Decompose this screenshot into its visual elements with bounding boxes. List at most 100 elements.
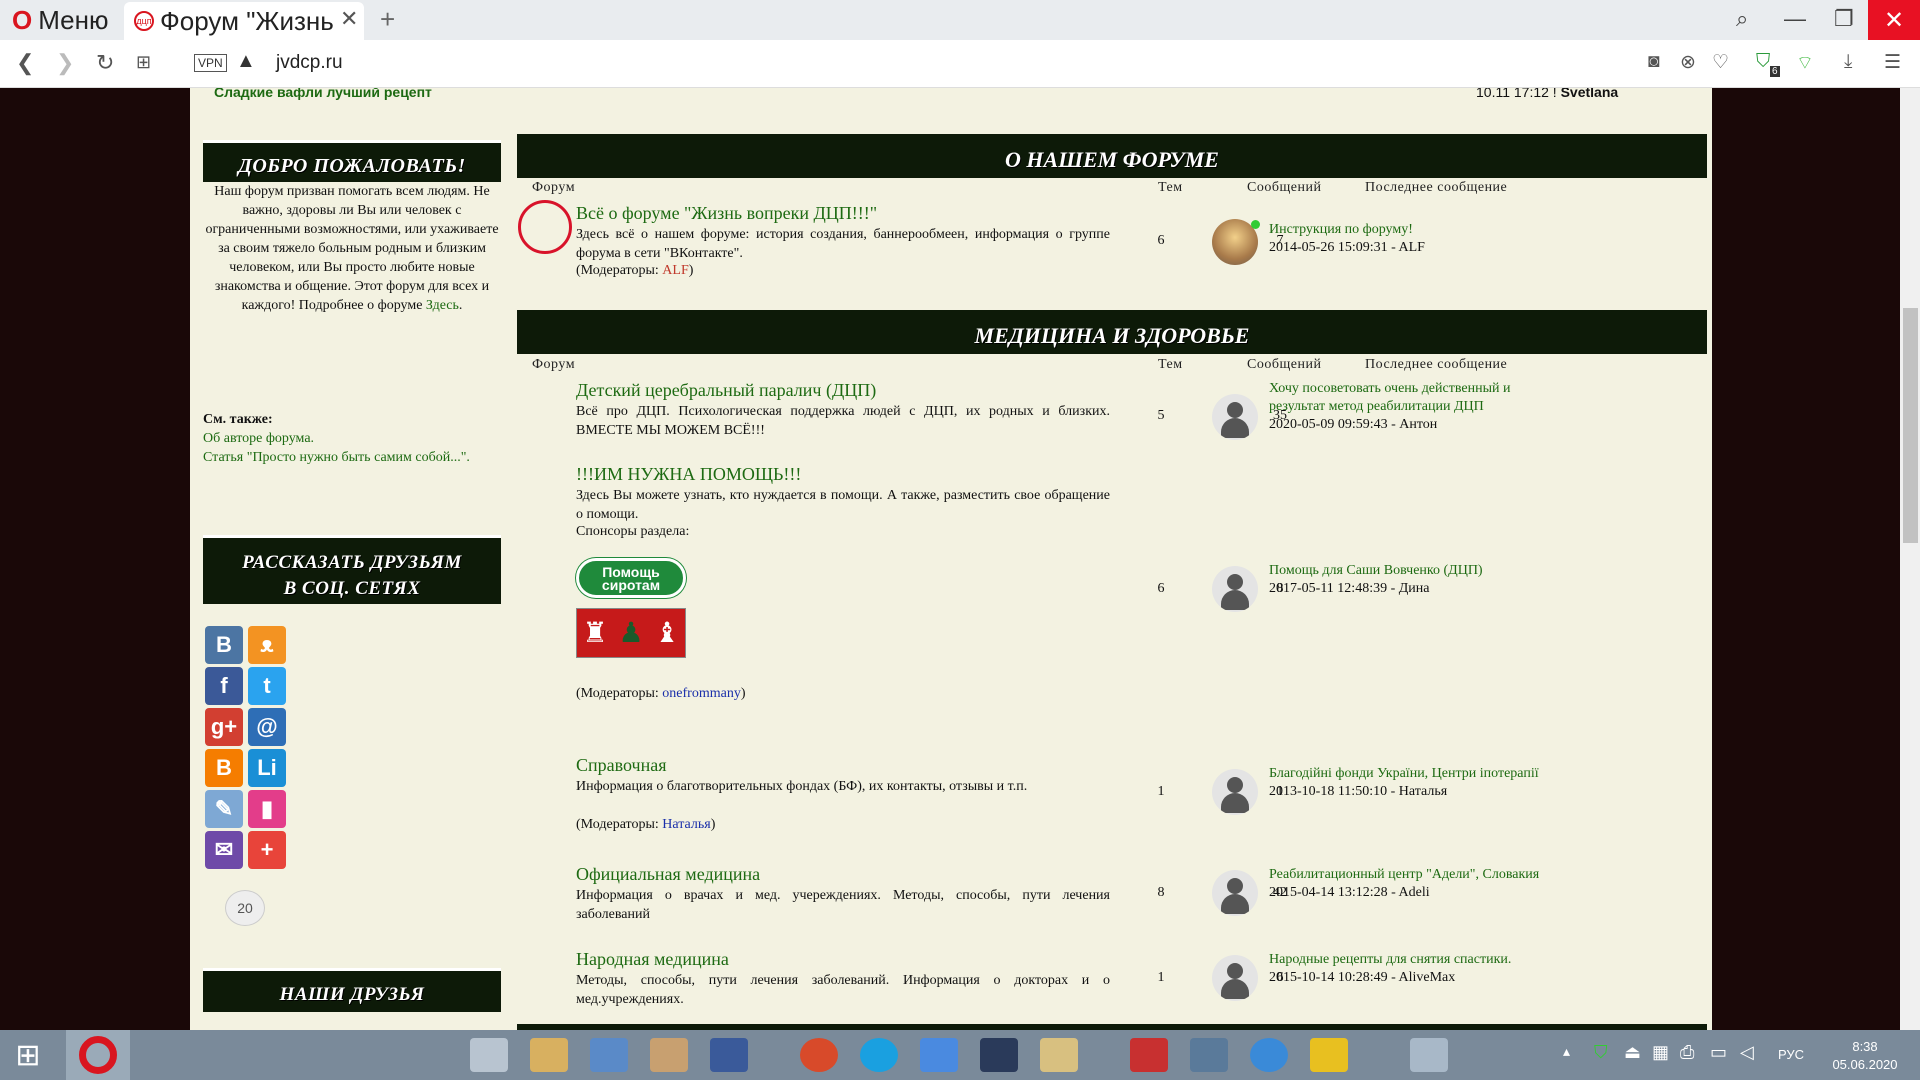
computer-taskbar-icon[interactable]: [590, 1038, 628, 1072]
welcome-link[interactable]: Здесь: [426, 298, 459, 313]
moderator-link[interactable]: Наталья: [662, 817, 710, 832]
topics-count: 8: [1157, 885, 1165, 900]
col-messages: Сообщений: [1247, 357, 1322, 372]
r-app-taskbar-icon[interactable]: [1130, 1038, 1168, 1072]
camera-icon[interactable]: ◙: [1648, 51, 1659, 73]
video-taskbar-icon[interactable]: [920, 1038, 958, 1072]
kaspersky-tray-icon[interactable]: ⛉: [1594, 1042, 1608, 1063]
language-indicator[interactable]: РУС: [1778, 1047, 1804, 1062]
minimize-icon[interactable]: —: [1784, 6, 1806, 32]
volume-tray-icon[interactable]: ◁: [1740, 1042, 1754, 1063]
vpn-badge[interactable]: VPN: [194, 54, 227, 72]
search-tabs-icon[interactable]: ⌕: [1736, 6, 1748, 32]
opera-taskbar-icon[interactable]: [66, 1030, 130, 1080]
tool-taskbar-icon[interactable]: [650, 1038, 688, 1072]
last-post-link[interactable]: Народные рецепты для снятия спастики.: [1269, 951, 1569, 969]
last-post-link[interactable]: Инструкция по форуму!: [1269, 221, 1569, 239]
restore-icon[interactable]: ❐: [1834, 6, 1854, 32]
explorer-taskbar-icon[interactable]: [470, 1038, 508, 1072]
windows-start-icon[interactable]: ⊞: [0, 1030, 56, 1080]
forum-desc: Здесь всё о нашем форуме: история создан…: [576, 227, 1110, 261]
forward-icon[interactable]: ❯: [56, 50, 74, 76]
email-icon[interactable]: ✉: [205, 831, 243, 869]
network-tray-icon[interactable]: ▭: [1710, 1042, 1727, 1063]
ticker-user[interactable]: Svetlana: [1561, 88, 1619, 100]
see-also-link-author[interactable]: Об авторе форума.: [203, 429, 501, 448]
forum-moderators: (Модераторы: Наталья): [576, 817, 715, 833]
moderator-link[interactable]: onefrommany: [662, 686, 741, 701]
shield-icon[interactable]: ⛉: [1756, 51, 1770, 73]
download-icon[interactable]: ⤓: [1844, 51, 1852, 73]
adblock-icon[interactable]: ⊗: [1680, 51, 1696, 74]
last-post-meta: 2017-05-11 12:48:39 - Дина: [1269, 581, 1430, 596]
opera-logo-icon: [79, 1036, 117, 1074]
recycle-bin-taskbar-icon[interactable]: [1410, 1038, 1448, 1072]
figure-icon: ♜: [582, 618, 608, 649]
forum-title[interactable]: !!!ИМ НУЖНА ПОМОЩЬ!!!: [576, 464, 801, 485]
last-post-link[interactable]: Благодійні фонди України, Центри іпотера…: [1269, 765, 1569, 783]
scrollbar-thumb[interactable]: [1903, 308, 1918, 543]
speed-taskbar-icon[interactable]: [980, 1038, 1018, 1072]
col-messages: Сообщений: [1247, 180, 1322, 195]
clock[interactable]: 8:38 05.06.2020: [1830, 1038, 1900, 1074]
mailru-icon[interactable]: @: [248, 708, 286, 746]
printer-tray-icon[interactable]: ⎙: [1680, 1042, 1694, 1063]
opera-gx-taskbar-icon[interactable]: [800, 1038, 838, 1072]
warning-icon[interactable]: ▲: [236, 50, 256, 73]
window-close-button[interactable]: ✕: [1868, 0, 1920, 40]
ie-taskbar-icon[interactable]: [1250, 1038, 1288, 1072]
clock-taskbar-icon[interactable]: [1040, 1038, 1078, 1072]
category-header-about[interactable]: О НАШЕМ ФОРУМЕ: [517, 134, 1707, 178]
speed-dial-icon[interactable]: ⊞: [136, 52, 151, 73]
back-icon[interactable]: ❮: [16, 50, 34, 76]
settings-sliders-icon[interactable]: ☰: [1884, 51, 1901, 74]
url-field[interactable]: jvdcp.ru: [276, 52, 343, 74]
category-header-medicine[interactable]: МЕДИЦИНА И ЗДОРОВЬЕ: [517, 310, 1707, 354]
opera-menu-button[interactable]: O Меню: [0, 0, 118, 40]
sponsor-banner-orphans[interactable]: Помощь сиротам: [576, 558, 686, 598]
googleplus-icon[interactable]: g+: [205, 708, 243, 746]
forum-title[interactable]: Детский церебральный паралич (ДЦП): [576, 380, 876, 401]
drive-taskbar-icon[interactable]: [1310, 1038, 1348, 1072]
facebook-icon[interactable]: f: [205, 667, 243, 705]
reload-icon[interactable]: ↻: [96, 50, 114, 76]
avatar[interactable]: [1212, 769, 1258, 815]
last-post-link[interactable]: Реабилитационный центр "Адели", Словакия: [1269, 866, 1569, 884]
folder-taskbar-icon[interactable]: [530, 1038, 568, 1072]
forum-title[interactable]: Справочная: [576, 755, 667, 776]
moderator-link[interactable]: ALF: [662, 263, 688, 278]
browser-tab[interactable]: дцп Форум "Жизнь: [124, 2, 364, 40]
notepad-taskbar-icon[interactable]: [710, 1038, 748, 1072]
app-tray-icon[interactable]: ▦: [1652, 1042, 1669, 1063]
skype-taskbar-icon[interactable]: [860, 1038, 898, 1072]
forum-title[interactable]: Официальная медицина: [576, 864, 760, 885]
last-post-link[interactable]: Помощь для Саши Вовченко (ДЦП): [1269, 562, 1569, 580]
laptop-taskbar-icon[interactable]: [1190, 1038, 1228, 1072]
new-tab-button[interactable]: +: [380, 4, 395, 35]
last-post-meta: 2015-10-14 10:28:49 - AliveMax: [1269, 970, 1456, 985]
livejournal-icon[interactable]: ✎: [205, 790, 243, 828]
last-post-link[interactable]: Хочу посоветовать очень действенный и ре…: [1269, 380, 1569, 416]
avatar[interactable]: [1212, 394, 1258, 440]
more-icon[interactable]: +: [248, 831, 286, 869]
tray-expand-icon[interactable]: ▴: [1563, 1044, 1570, 1061]
tab-close-icon[interactable]: ✕: [340, 6, 358, 32]
usb-tray-icon[interactable]: ⏏: [1624, 1042, 1641, 1063]
forum-title[interactable]: Всё о форуме "Жизнь вопреки ДЦП!!!": [576, 203, 877, 224]
see-also-link-article[interactable]: Статья "Просто нужно быть самим собой...…: [203, 448, 501, 467]
heart-icon[interactable]: ♡: [1712, 51, 1729, 74]
vk-icon[interactable]: B: [205, 626, 243, 664]
ticker-link[interactable]: Сладкие вафли лучший рецепт: [214, 88, 432, 100]
avatar[interactable]: [1212, 955, 1258, 1001]
avatar[interactable]: [1212, 870, 1258, 916]
odnoklassniki-icon[interactable]: ᴥ: [248, 626, 286, 664]
wifi-icon[interactable]: ⌔: [1796, 51, 1814, 75]
avatar[interactable]: [1212, 566, 1258, 612]
liveinternet-icon[interactable]: Li: [248, 749, 286, 787]
forum-title[interactable]: Народная медицина: [576, 949, 729, 970]
twitter-icon[interactable]: t: [248, 667, 286, 705]
blogger-icon[interactable]: B: [205, 749, 243, 787]
bookmark-icon[interactable]: ▮: [248, 790, 286, 828]
page-scrollbar[interactable]: [1900, 88, 1920, 1030]
sponsor-banner-figures[interactable]: ♜ ♟ ♝: [576, 608, 686, 658]
